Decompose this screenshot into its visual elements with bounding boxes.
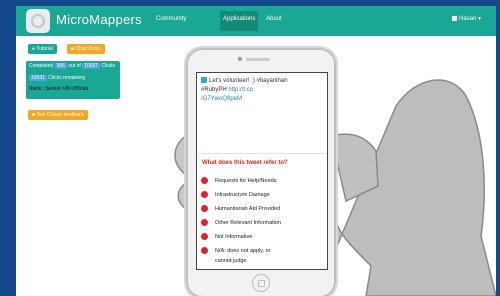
option-dot[interactable] [201,247,208,254]
completed-prefix: Completed [29,63,54,69]
tweet: Let's volunteer! :) #bayanihan #RubyPH h… [201,77,319,104]
option-dot[interactable] [201,177,208,184]
total-badge: 10037 [82,63,101,69]
logo-ring [31,14,45,28]
option-label: Requests for Help/Needs [215,178,277,184]
remaining-count-badge: 10031 [29,75,47,81]
nav-about[interactable]: About [266,16,282,22]
twitter-icon [201,77,207,84]
completed-mid: out of [68,63,81,69]
chat-room-button[interactable]: ■ Chat Room [67,44,105,54]
option-dot[interactable] [201,233,208,240]
option-label: Other Relevant Information [215,220,282,226]
option-label: N/A: does not apply, or [215,248,271,254]
user-icon [452,15,457,21]
option-label: cannot judge [215,258,247,264]
tweet-link[interactable]: http://t.co [228,87,253,93]
remaining-line: 10031 Clicks remaining [29,75,85,81]
option-label: Infrastructure Damage [215,192,270,198]
remaining-suffix: Clicks remaining [48,75,85,81]
text-clicker-feedback-button[interactable]: ■ Text Clicker feedback [28,110,88,120]
completed-count-badge: 306 [54,63,67,69]
nav-community[interactable]: Community [156,16,186,22]
micromappers-logo-icon[interactable] [26,9,50,33]
option-dot[interactable] [201,219,208,226]
user-name: Hasan [459,16,477,22]
brand-name[interactable]: MicroMappers [56,12,142,27]
top-navbar: MicroMappers Community Applications Abou… [16,6,496,36]
phone: Let's volunteer! :) #bayanihan #RubyPH h… [184,46,338,296]
nav-applications[interactable]: Applications [223,16,255,22]
completed-suffix: Clicks [101,63,115,69]
divider [197,153,327,154]
earpiece [246,58,270,61]
option-dot[interactable] [201,205,208,212]
home-button[interactable] [252,274,270,292]
tutorial-button[interactable]: ● Tutorial [28,44,57,54]
tweet-link-cont[interactable]: /G7YwoQ8peM [201,96,242,102]
tutorial-button-label: Tutorial [36,46,53,52]
completed-line: Completed 306 out of 10037 Clicks [29,63,115,69]
chat-room-button-label: Chat Room [75,46,101,52]
stats-panel: Completed 306 out of 10037 Clicks 10031 … [26,61,120,99]
user-menu[interactable]: Hasan ▾ [452,15,481,22]
option-label: Not Informative [215,234,253,240]
feedback-button-label: Text Clicker feedback [36,112,84,118]
option-dot[interactable] [201,191,208,198]
tweet-line1: Let's volunteer! :) #bayanihan [209,78,288,84]
phone-screen: Let's volunteer! :) #bayanihan #RubyPH h… [196,72,328,270]
option-label: Humanitarian Aid Provided [215,206,281,212]
app-window: MicroMappers Community Applications Abou… [16,6,496,296]
tweet-line2: #RubyPH [201,87,227,93]
question-label: What does this tweet refer to? [202,160,288,166]
rank-label: Rank : Senior UN Official [29,86,89,92]
home-button-icon [258,280,265,287]
camera-icon [238,57,242,61]
